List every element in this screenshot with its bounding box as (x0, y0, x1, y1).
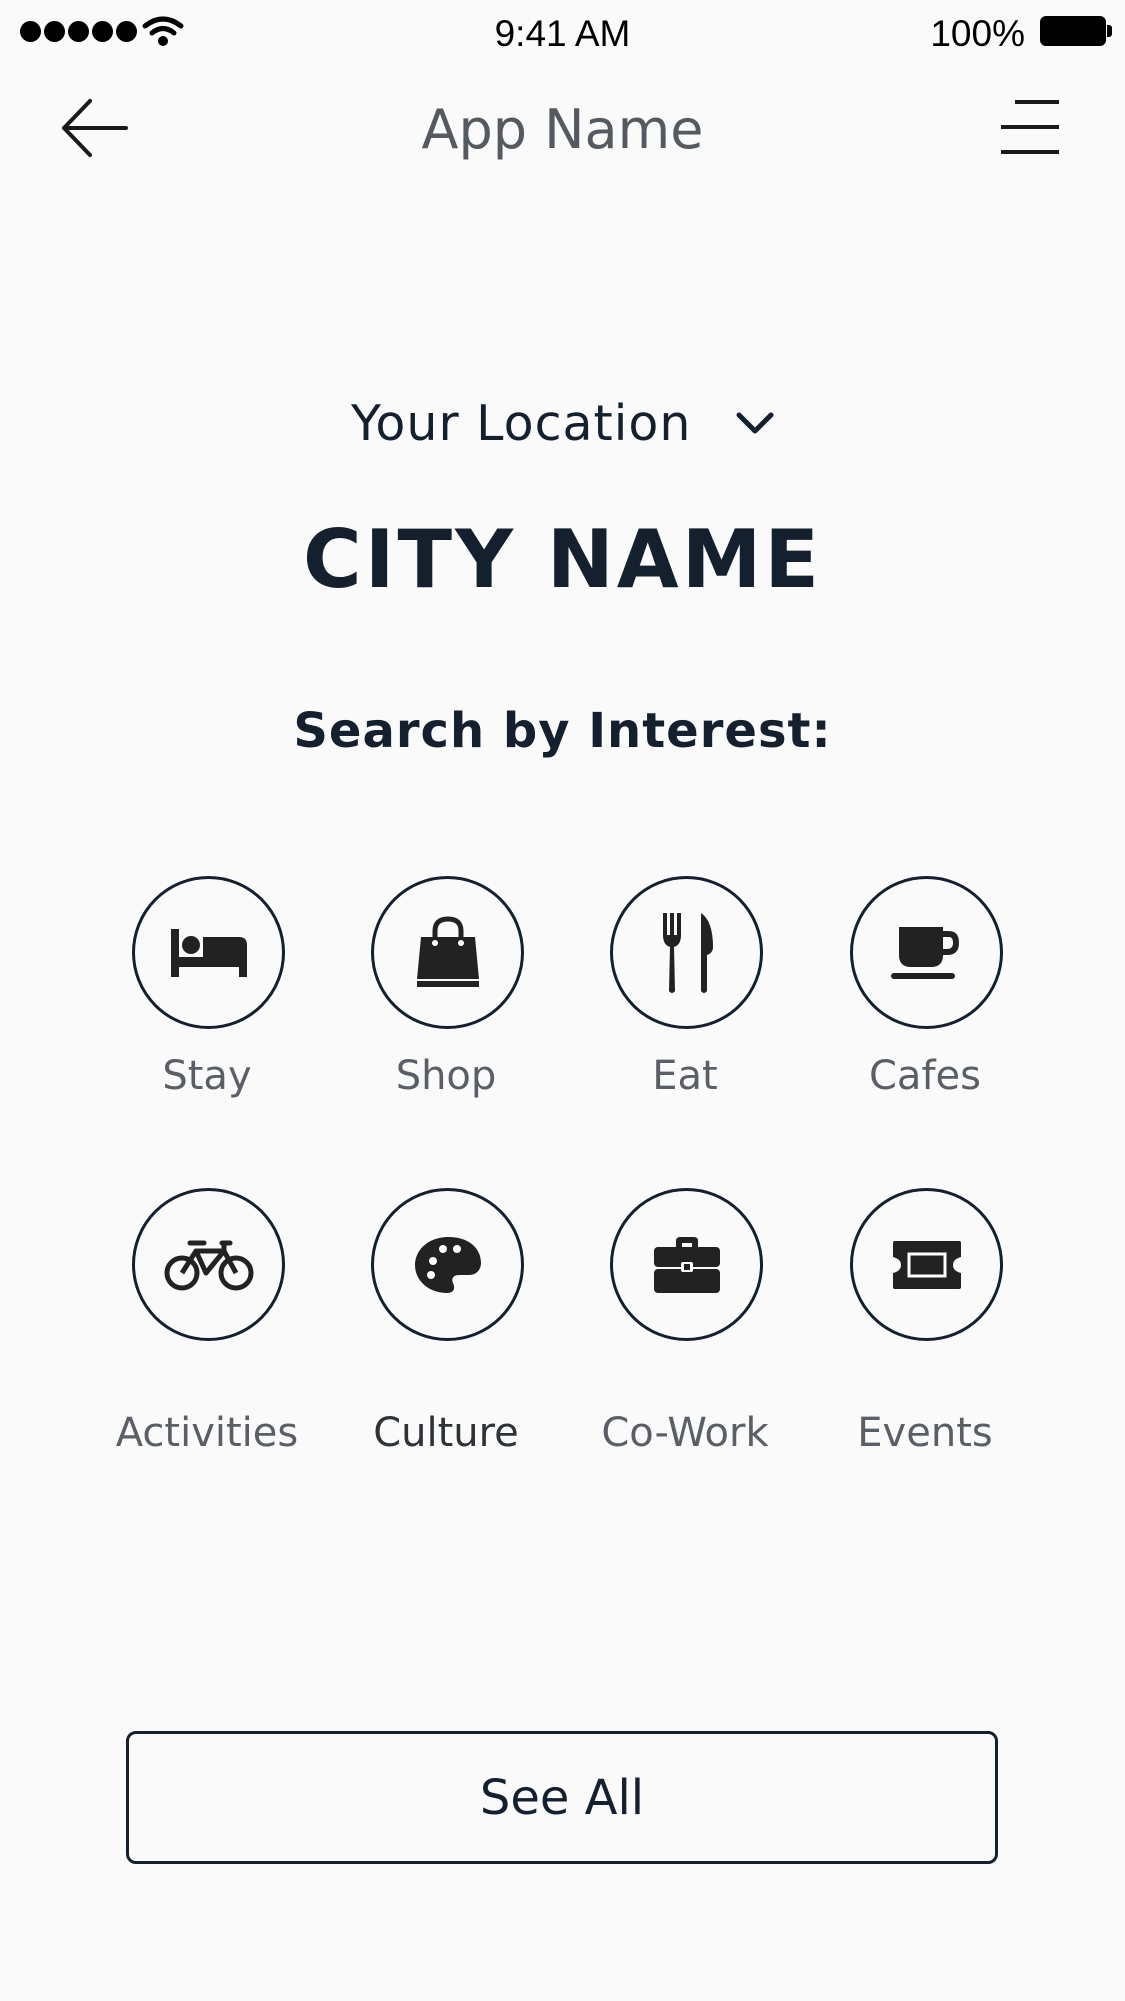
interest-circle (132, 1188, 285, 1341)
interest-label: Culture (373, 1410, 519, 1456)
coffee-cup-icon (890, 926, 959, 979)
menu-icon (1001, 100, 1059, 154)
interest-stay[interactable]: Stay (87, 876, 327, 1126)
briefcase-icon (653, 1236, 720, 1293)
interest-label: Shop (395, 1053, 497, 1099)
interest-label: Cafes (869, 1053, 981, 1099)
interest-label: Events (857, 1410, 993, 1456)
search-heading: Search by Interest: (293, 703, 832, 759)
location-label: Your Location (350, 395, 692, 452)
chevron-down-icon (736, 412, 774, 433)
interest-circle (371, 1188, 524, 1341)
bicycle-icon (164, 1240, 253, 1290)
interest-label: Activities (115, 1410, 299, 1456)
interest-label: Stay (162, 1053, 252, 1099)
shopping-bag-icon (416, 915, 479, 987)
city-name: CITY NAME (303, 513, 822, 606)
app-title: App Name (421, 98, 704, 161)
interest-label: Co-Work (601, 1410, 769, 1456)
interest-cafes[interactable]: Cafes (805, 876, 1045, 1126)
menu-button[interactable] (995, 98, 1061, 158)
see-all-button[interactable]: See All (126, 1731, 998, 1864)
interest-circle (610, 1188, 763, 1341)
palette-icon (414, 1236, 481, 1293)
interest-circle (850, 876, 1003, 1029)
interest-co-work[interactable]: Co-Work (565, 1188, 805, 1456)
fork-knife-icon (662, 912, 713, 993)
interest-events[interactable]: Events (805, 1188, 1045, 1456)
ticket-icon (892, 1240, 961, 1289)
interest-circle (132, 876, 285, 1029)
interest-label: Eat (652, 1053, 718, 1099)
interest-activities[interactable]: Activities (87, 1188, 327, 1456)
interest-circle (371, 876, 524, 1029)
location-dropdown[interactable]: Your Location (0, 392, 1125, 452)
interest-culture[interactable]: Culture (326, 1188, 566, 1456)
battery-icon (1040, 16, 1112, 46)
interest-circle (850, 1188, 1003, 1341)
bed-icon (170, 928, 247, 977)
interest-circle (610, 876, 763, 1029)
interest-eat[interactable]: Eat (565, 876, 805, 1126)
status-bar: 9:41 AM 100% (0, 0, 1125, 70)
battery-percentage: 100% (930, 13, 1025, 54)
interest-shop[interactable]: Shop (326, 876, 566, 1126)
